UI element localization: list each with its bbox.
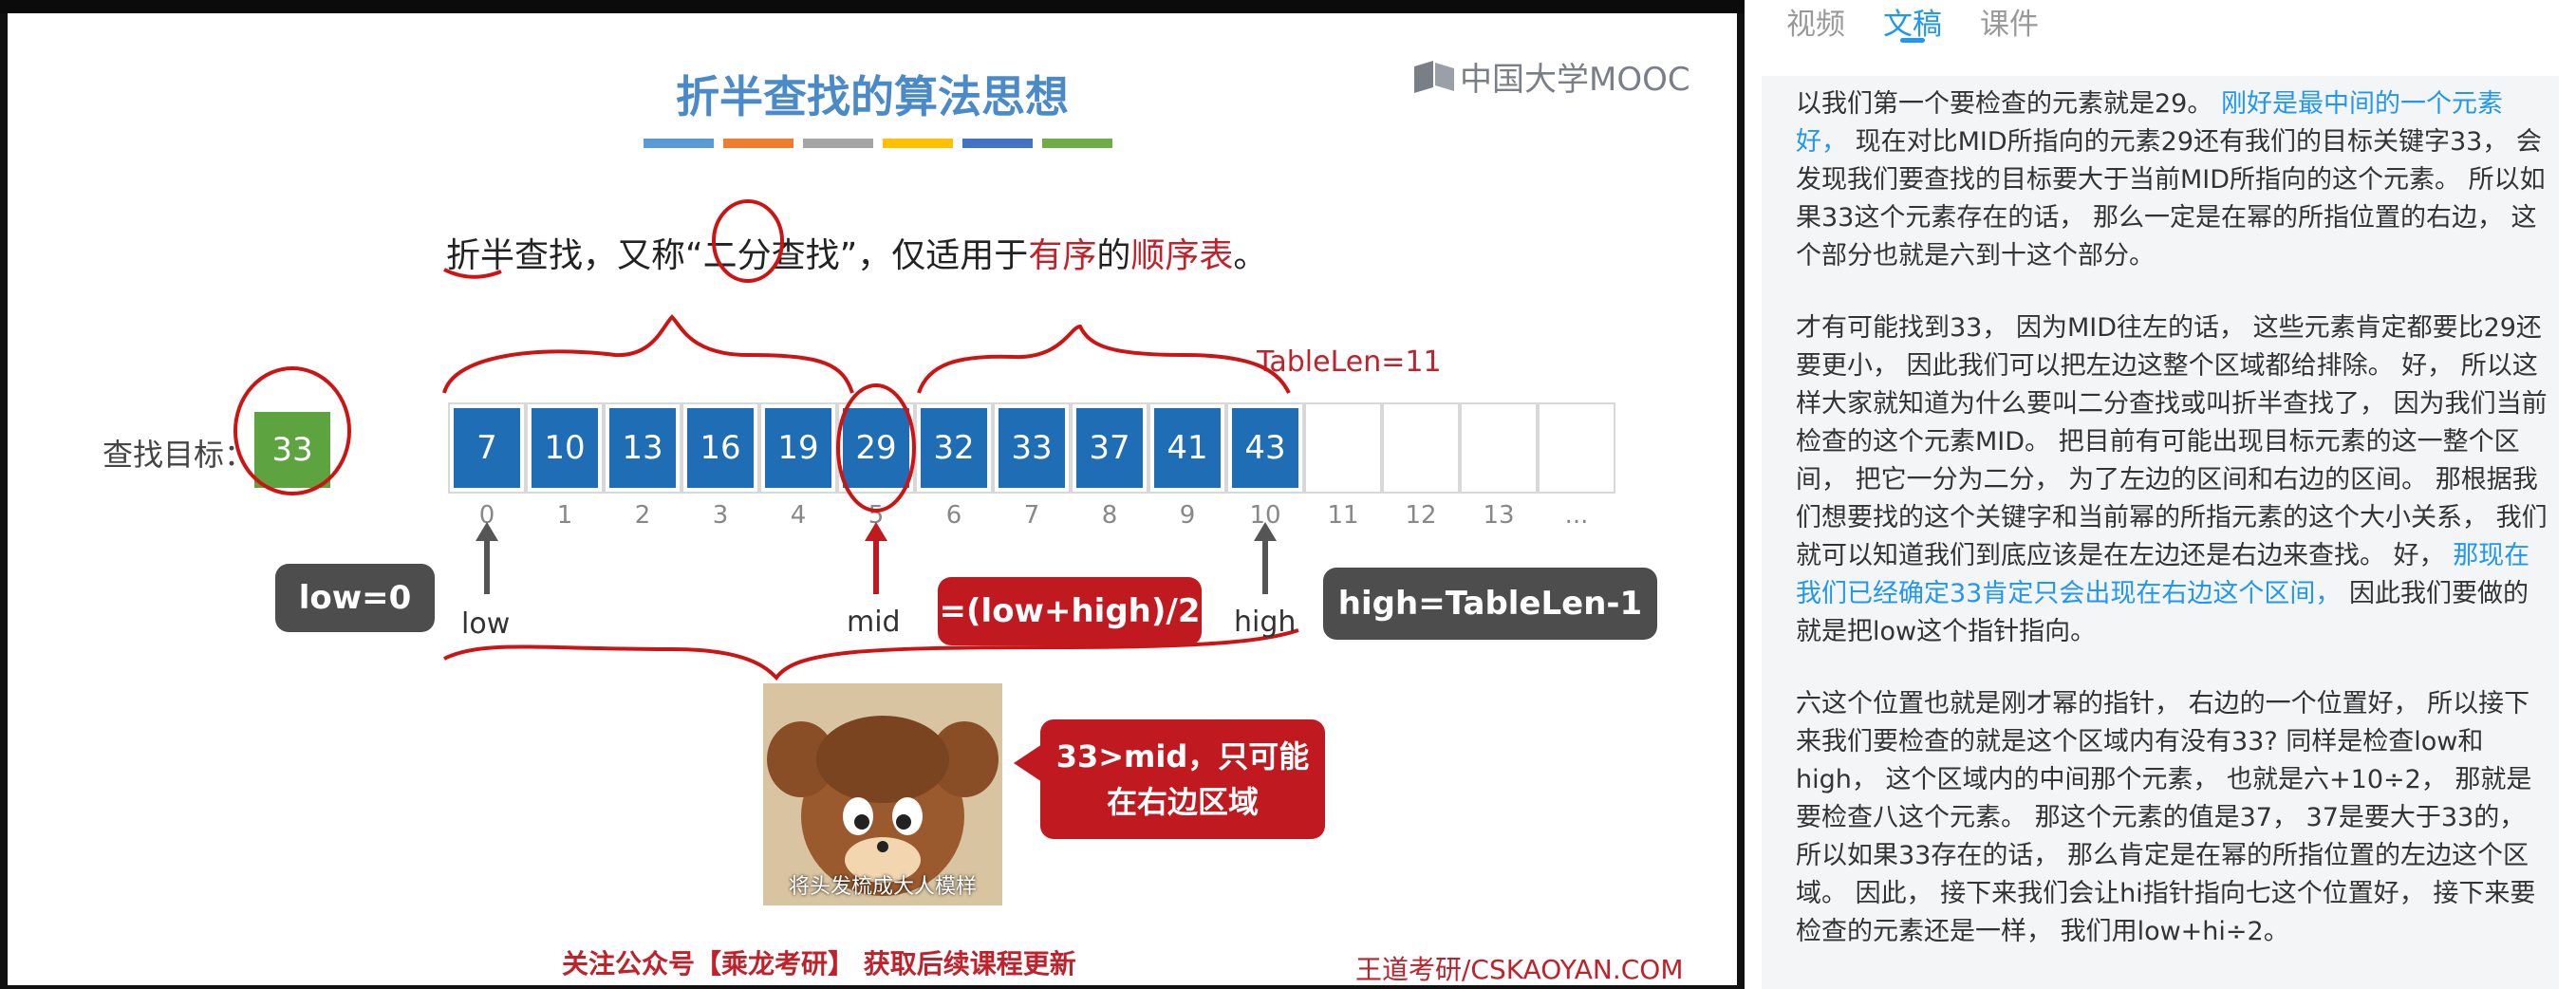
sentence-part: 。 — [1233, 236, 1268, 275]
footer-site: 王道考研/CSKAOYAN.COM — [1355, 954, 1684, 985]
array-cell: 43 — [1226, 402, 1304, 494]
array-cell-value: 7 — [454, 408, 520, 488]
array-cell: 16 — [681, 402, 759, 494]
array-cell: 41 — [1148, 402, 1226, 494]
high-pointer-label: high — [1234, 606, 1297, 639]
tab-transcript-label: 文稿 — [1883, 8, 1942, 42]
array-cell-value: 37 — [1076, 408, 1143, 488]
transcript-body[interactable]: 以我们第一个要检查的元素就是29。 刚好是最中间的一个元素好， 现在对比MID所… — [1762, 76, 2559, 989]
array-cell: 10 — [526, 402, 604, 494]
array-index: 6 — [945, 501, 962, 530]
high-callout: high=TableLen-1 — [1323, 568, 1657, 640]
array-index: 7 — [1023, 501, 1040, 530]
array-index: 8 — [1101, 501, 1118, 530]
screen: 折半查找的算法思想 中国大学MOOC 折半查找，又称“二分查找”，仅适用于有序的… — [0, 0, 2576, 989]
array-index: 3 — [712, 501, 729, 530]
array-cell — [1460, 402, 1538, 494]
low-callout: low=0 — [275, 564, 435, 632]
meme-callout: 33>mid，只可能 在右边区域 — [1040, 719, 1325, 839]
array-cell-value: 32 — [921, 408, 987, 488]
mid-arrow — [865, 522, 887, 594]
array-index: 10 — [1249, 501, 1281, 530]
transcript-paragraph[interactable]: 以我们第一个要检查的元素就是29。 刚好是最中间的一个元素好， 现在对比MID所… — [1796, 85, 2548, 275]
title-decoration-bar — [644, 139, 714, 148]
search-target-label: 查找目标： — [103, 437, 255, 473]
title-decoration-bar — [962, 139, 1033, 148]
sequential-array: 7 10 13 16 19 29 32 33 37 41 43 — [448, 402, 1615, 494]
array-cell-value: 10 — [532, 408, 598, 488]
array-index: 9 — [1179, 501, 1196, 530]
low-pointer-label: low — [461, 607, 511, 641]
array-index: 13 — [1483, 501, 1515, 530]
tab-transcript[interactable]: 文稿 — [1883, 0, 1942, 43]
panel-tabs: 视频 文稿 课件 — [1786, 0, 2039, 43]
array-cell: 37 — [1071, 402, 1148, 494]
mid-pointer-label: mid — [847, 606, 901, 639]
mooc-logo: 中国大学MOOC — [1412, 53, 1690, 100]
array-index: 4 — [790, 501, 807, 530]
transcript-paragraph[interactable]: 六这个位置也就是刚才幂的指针， 右边的一个位置好， 所以接下来我们要检查的就是这… — [1796, 685, 2548, 951]
array-cell: 13 — [604, 402, 681, 494]
mid-callout: =(low+high)/2 — [938, 577, 1202, 645]
array-cell: 29 — [837, 402, 915, 494]
meme-image: 将头发梳成大人模样 — [763, 683, 1002, 905]
array-cell: 32 — [915, 402, 993, 494]
array-index: 11 — [1327, 501, 1359, 530]
array-index: 5 — [868, 501, 885, 530]
low-arrow — [476, 522, 498, 594]
callout-pointer — [1014, 744, 1042, 782]
array-cell-value: 13 — [609, 408, 676, 488]
array-cell-value: 43 — [1232, 408, 1298, 488]
mooc-logo-icon — [1414, 60, 1454, 93]
title-decoration-bar — [803, 139, 873, 148]
array-cell-value: 33 — [999, 408, 1065, 488]
side-panel: 视频 文稿 课件 以我们第一个要检查的元素就是29。 刚好是最中间的一个元素好，… — [1745, 0, 2576, 989]
meme-callout-line: 在右边区域 — [1106, 784, 1259, 820]
sentence-part: 折半查找，又称“二分查找”，仅适用于 — [446, 236, 1029, 275]
array-index: 1 — [556, 501, 573, 530]
high-arrow — [1254, 522, 1277, 594]
sentence-keyword-ordered: 有序 — [1028, 236, 1097, 275]
array-index: 0 — [478, 501, 495, 530]
footer-promotion: 关注公众号【乘龙考研】 获取后续课程更新 — [562, 948, 1076, 980]
array-cell-value: 16 — [687, 408, 754, 488]
array-cell-value: 29 — [843, 408, 909, 488]
search-target-value: 33 — [254, 412, 330, 488]
meme-caption: 将头发梳成大人模样 — [788, 875, 977, 899]
array-cell: 33 — [993, 402, 1071, 494]
transcript-text: 六这个位置也就是刚才幂的指针， 右边的一个位置好， 所以接下来我们要检查的就是这… — [1796, 689, 2536, 946]
transcript-text: 才有可能找到33， 因为MID往左的话， 这些元素肯定都要比29还要更小， 因此… — [1796, 313, 2548, 570]
array-cell-value: 41 — [1154, 408, 1221, 488]
table-length-label: TableLen=11 — [1257, 345, 1442, 379]
array-cell: 7 — [448, 402, 526, 494]
active-tab-indicator — [1900, 38, 1925, 43]
lecture-slide: 折半查找的算法思想 中国大学MOOC 折半查找，又称“二分查找”，仅适用于有序的… — [8, 13, 1737, 985]
slide-definition-sentence: 折半查找，又称“二分查找”，仅适用于有序的顺序表。 — [446, 228, 1267, 277]
array-cell — [1538, 402, 1615, 494]
array-index: 12 — [1405, 501, 1437, 530]
transcript-text: 现在对比MID所指向的元素29还有我们的目标关键字33， 会发现我们要查找的目标… — [1796, 127, 2546, 271]
title-decoration-bar — [1042, 139, 1112, 148]
tab-courseware[interactable]: 课件 — [1980, 0, 2039, 43]
array-cell: 19 — [759, 402, 837, 494]
array-cell — [1304, 402, 1382, 494]
array-cell-value: 19 — [765, 408, 831, 488]
meme-callout-line: 33>mid，只可能 — [1055, 738, 1310, 774]
transcript-text: 以我们第一个要检查的元素就是29。 — [1796, 89, 2213, 119]
array-cell — [1382, 402, 1460, 494]
video-player[interactable]: 折半查找的算法思想 中国大学MOOC 折半查找，又称“二分查找”，仅适用于有序的… — [0, 0, 1745, 989]
array-index: 2 — [634, 501, 651, 530]
title-decoration-bar — [723, 139, 793, 148]
title-decoration-bar — [883, 139, 953, 148]
video-top-bar — [0, 0, 1745, 13]
mooc-logo-text: 中国大学MOOC — [1460, 61, 1690, 99]
array-index: ... — [1564, 501, 1589, 530]
sentence-keyword-sequential-list: 顺序表 — [1130, 236, 1234, 275]
sentence-part: 的 — [1096, 236, 1131, 275]
tab-video[interactable]: 视频 — [1786, 0, 1845, 43]
transcript-paragraph[interactable]: 才有可能找到33， 因为MID往左的话， 这些元素肯定都要比29还要更小， 因此… — [1796, 309, 2548, 651]
